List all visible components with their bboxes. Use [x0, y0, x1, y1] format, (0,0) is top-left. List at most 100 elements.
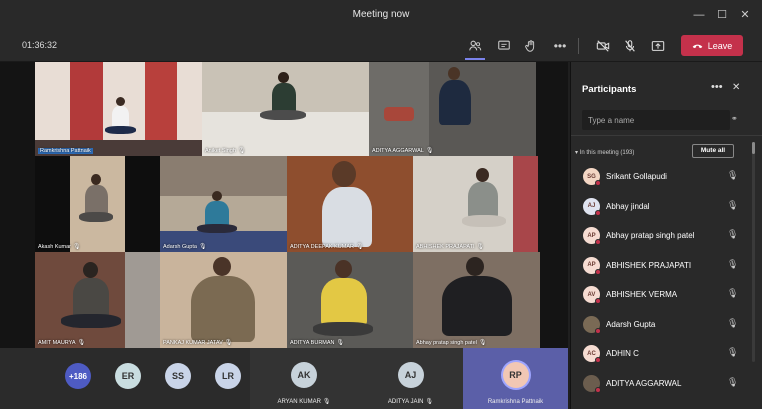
camera-off-icon — [596, 40, 610, 52]
meeting-toolbar: 01:36:32 ••• Leave — [0, 30, 762, 62]
window-title: Meeting now — [352, 9, 410, 20]
video-tile[interactable]: ABHISHEK PRAJAPATI 🎙 — [413, 156, 538, 252]
video-tile[interactable]: AMIT MAURYA 🎙 — [35, 252, 160, 348]
presence-status-icon — [595, 298, 601, 304]
panel-close-button[interactable]: ✕ — [732, 82, 740, 93]
video-tile[interactable]: Ramkrishna Pattnaik — [35, 62, 202, 156]
participant-name: Abhay pratap singh patel — [606, 231, 695, 240]
avatar: AC — [583, 345, 601, 363]
more-participants-button[interactable]: +186 — [65, 363, 91, 389]
list-item[interactable]: AC ADHIN C 🎙 — [571, 339, 751, 369]
avatar: RP — [502, 362, 529, 388]
minimize-button[interactable]: — — [690, 6, 708, 24]
video-tile[interactable]: ADITYA AGGARWAL 🎙 — [369, 62, 536, 156]
participant-name: Abhay jindal — [606, 201, 650, 211]
share-screen-button[interactable] — [648, 36, 668, 56]
mic-off-icon[interactable]: 🎙 — [727, 377, 738, 388]
chat-icon — [498, 40, 510, 50]
participant-name: Ramkrishna Pattnaik — [487, 399, 544, 405]
presence-status-icon — [595, 327, 601, 334]
list-item[interactable]: SG Srikant Gollapudi 🎙 — [571, 162, 751, 192]
mic-toggle-button[interactable] — [620, 36, 640, 56]
camera-toggle-button[interactable] — [593, 36, 613, 56]
maximize-button[interactable]: ☐ — [713, 6, 731, 24]
video-tile[interactable]: Aniket Singh 🎙 — [202, 62, 369, 156]
leave-label: Leave — [707, 40, 733, 51]
participant-name: ADITYA DEEPAK KUMAR 🎙 — [290, 244, 364, 250]
mic-off-icon: 🎙 — [237, 148, 246, 154]
audio-tile-active-speaker[interactable]: RP Ramkrishna Pattnaik — [463, 348, 568, 409]
raise-hand-button[interactable] — [521, 36, 541, 56]
people-icon — [469, 40, 482, 51]
participant-name: ABHISHEK PRAJAPATI — [606, 260, 692, 270]
hand-icon — [525, 40, 535, 52]
shelf — [160, 156, 287, 196]
avatar[interactable]: ER — [115, 363, 141, 389]
ellipsis-icon: ••• — [553, 39, 567, 53]
participant-name: PANKAJ KUMAR JATAV 🎙 — [163, 340, 233, 346]
search-input[interactable] — [582, 110, 730, 131]
video-grid: Ramkrishna Pattnaik Aniket Singh 🎙 ADITYA… — [0, 62, 568, 348]
presence-status-icon — [595, 386, 601, 393]
mic-off-icon: 🎙 — [425, 399, 434, 405]
avatar[interactable]: SS — [165, 363, 191, 389]
participants-toggle-button[interactable] — [465, 36, 485, 56]
active-tab-indicator — [465, 58, 485, 60]
participant-name: ADITYA BURMAN 🎙 — [290, 340, 345, 346]
list-item[interactable]: ADITYA AGGARWAL 🎙 — [571, 369, 751, 399]
avatar — [583, 374, 601, 393]
panel-more-button[interactable]: ••• — [711, 81, 723, 93]
video-tile[interactable]: Akash Kumar 🎙 — [35, 156, 160, 252]
chat-button[interactable] — [494, 36, 514, 56]
scrollbar-track[interactable] — [752, 142, 755, 362]
divider — [571, 135, 762, 136]
video-tile[interactable]: PANKAJ KUMAR JATAV 🎙 — [160, 252, 287, 348]
video-tile[interactable]: ADITYA BURMAN 🎙 — [287, 252, 413, 348]
audio-tile[interactable]: AJ ADITYA JAIN 🎙 — [358, 348, 463, 409]
mic-off-icon[interactable]: 🎙 — [727, 200, 738, 211]
video-tile[interactable]: ADITYA DEEPAK KUMAR 🎙 — [287, 156, 413, 252]
share-invite-button[interactable]: ⚭ — [731, 114, 738, 123]
list-item[interactable]: AJ Abhay jindal 🎙 — [571, 192, 751, 222]
avatar: AV — [583, 286, 601, 304]
avatar: AJ — [583, 197, 601, 216]
close-window-button[interactable]: ✕ — [736, 6, 754, 24]
audio-tile[interactable]: AK ARYAN KUMAR 🎙 — [250, 348, 358, 409]
participants-panel: Participants ••• ✕ ⚭ ▾ In this meeting (… — [570, 62, 762, 409]
mic-off-icon: 🎙 — [355, 244, 364, 250]
presence-status-icon — [595, 239, 601, 245]
more-actions-button[interactable]: ••• — [550, 36, 570, 56]
video-tile[interactable]: Abhay pratap singh patel 🎙 — [413, 252, 540, 348]
mic-off-icon[interactable]: 🎙 — [727, 259, 738, 270]
participant-name: ADITYA AGGARWAL — [606, 378, 682, 388]
participant-name: ADITYA JAIN 🎙 — [387, 399, 434, 405]
section-header[interactable]: ▾ In this meeting (193) — [575, 149, 634, 156]
participant-name: Akash Kumar 🎙 — [38, 244, 81, 250]
scrollbar-thumb[interactable] — [752, 142, 755, 154]
title-bar: Meeting now — ☐ ✕ — [0, 0, 762, 30]
leave-button[interactable]: Leave — [681, 35, 743, 56]
avatar: AP — [583, 256, 601, 275]
mic-off-icon — [625, 40, 635, 52]
list-item[interactable]: AP Abhay pratap singh patel 🎙 — [571, 221, 751, 251]
mic-off-icon: 🎙 — [425, 148, 434, 154]
list-item[interactable]: AV ABHISHEK VERMA 🎙 — [571, 280, 751, 310]
video-tile[interactable]: Adarsh Gupta 🎙 — [160, 156, 287, 252]
search-box — [582, 110, 730, 131]
mute-all-button[interactable]: Mute all — [692, 144, 734, 158]
avatar[interactable]: LR — [215, 363, 241, 389]
mic-off-icon[interactable]: 🎙 — [727, 347, 738, 358]
participant-name: Aniket Singh 🎙 — [205, 148, 246, 154]
mic-off-icon[interactable]: 🎙 — [727, 229, 738, 240]
participant-name: ABHISHEK PRAJAPATI 🎙 — [416, 244, 485, 250]
participant-name: Srikant Gollapudi — [606, 172, 667, 181]
curtain-right — [145, 62, 177, 142]
phone-hangup-icon — [692, 44, 703, 48]
list-item[interactable]: Adarsh Gupta 🎙 — [571, 310, 751, 340]
participant-name: Abhay pratap singh patel 🎙 — [416, 340, 487, 346]
mic-off-icon[interactable]: 🎙 — [727, 170, 738, 181]
wall — [125, 252, 160, 348]
mic-off-icon[interactable]: 🎙 — [727, 318, 738, 329]
list-item[interactable]: AP ABHISHEK PRAJAPATI 🎙 — [571, 251, 751, 281]
mic-off-icon[interactable]: 🎙 — [727, 288, 738, 299]
